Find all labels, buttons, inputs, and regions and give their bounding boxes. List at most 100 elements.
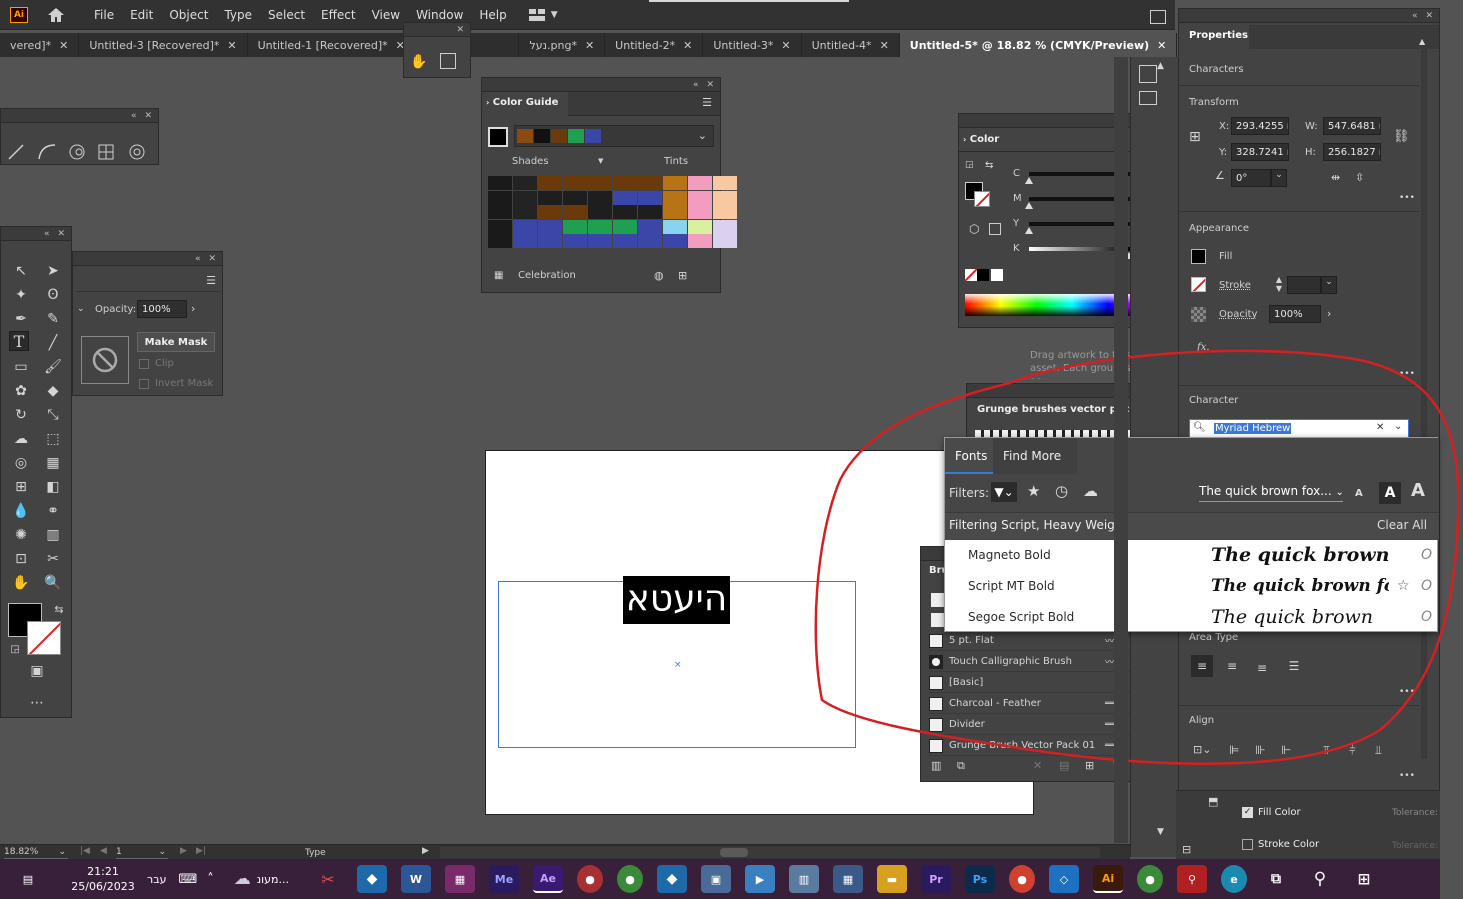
swap-icon[interactable]: ⇆ — [985, 160, 993, 171]
grid-icon[interactable] — [98, 144, 114, 160]
menu-edit[interactable]: Edit — [122, 8, 161, 22]
vertical-scrollbar[interactable] — [1114, 57, 1128, 843]
artboard-number-field[interactable]: 1 ⌄ — [116, 847, 168, 859]
clip-checkbox[interactable] — [139, 359, 149, 369]
line-segment-icon[interactable] — [8, 144, 24, 160]
swatch-library-icon[interactable]: ▦ — [494, 270, 503, 281]
constrain-proportions-icon[interactable]: ⛓ — [1393, 129, 1410, 144]
align-vcenter-objects-icon[interactable]: ⫩ — [1349, 743, 1356, 758]
save-colors-icon[interactable]: ⊞ — [678, 269, 687, 282]
brush-list-item[interactable]: 5 pt. Flat 〰 — [929, 631, 1134, 651]
hand-icon[interactable]: ✋ — [410, 53, 428, 71]
brush-options-icon[interactable]: ▤ — [1059, 759, 1069, 772]
menu-select[interactable]: Select — [260, 8, 313, 22]
asset-export-icon[interactable] — [1139, 65, 1157, 83]
brush-library-options-icon[interactable]: ⧉ — [957, 759, 965, 773]
menu-view[interactable]: View — [364, 8, 408, 22]
search-icon[interactable]: ⚲ — [1305, 865, 1335, 893]
reference-point-icon[interactable]: ⊞ — [1189, 129, 1209, 149]
fx-button[interactable]: fx. — [1197, 342, 1210, 353]
font-dropdown-arrow[interactable]: ⌄ — [1394, 421, 1402, 432]
chrome-main-icon[interactable]: ● — [1009, 865, 1035, 893]
font-item-script-mt[interactable]: Script MT Bold The quick brown fox ju ☆ … — [945, 570, 1439, 601]
curvature-tool-icon[interactable]: ✎ — [43, 309, 63, 329]
color-variation-swatch[interactable] — [563, 176, 587, 190]
close-icon[interactable]: ✕ — [585, 39, 594, 52]
color-variation-swatch[interactable] — [688, 190, 712, 205]
tab-color-guide[interactable]: › Color Guide — [482, 92, 569, 116]
taskbar-clock[interactable]: 21:21 25/06/2023 — [63, 864, 143, 894]
angle-input[interactable]: 0° — [1231, 169, 1271, 187]
color-variation-swatch[interactable] — [688, 205, 712, 219]
shaper-tool-icon[interactable]: ✿ — [11, 381, 31, 401]
color-variation-swatch[interactable] — [513, 190, 537, 205]
color-variation-swatch[interactable] — [488, 176, 512, 190]
color-variation-swatch[interactable] — [488, 205, 512, 219]
tab-doc-active[interactable]: Untitled-5* @ 18.82 % (CMYK/Preview) ✕ — [899, 33, 1178, 57]
stroke-weight-input[interactable] — [1287, 276, 1321, 294]
harmony-swatch[interactable] — [551, 129, 567, 143]
close-icon[interactable]: ✕ — [706, 80, 714, 90]
sticky-app-icon[interactable]: ▥ — [789, 865, 819, 893]
color-variation-swatch[interactable] — [688, 234, 712, 248]
align-hcenter-objects-icon[interactable]: ⊪ — [1255, 743, 1265, 757]
weather-icon[interactable]: ☁ — [234, 869, 251, 889]
color-variation-swatch[interactable] — [663, 219, 687, 234]
file-explorer-icon[interactable]: ▬ — [877, 865, 907, 893]
font-family-input[interactable]: Myriad Hebrew — [1214, 423, 1292, 434]
base-color-swatch[interactable] — [488, 127, 508, 147]
polar-grid-icon[interactable] — [129, 144, 145, 160]
brush-library-icon[interactable]: ▥ — [931, 759, 941, 772]
language-indicator[interactable]: עבר — [147, 873, 166, 886]
opacity-input[interactable]: 100% — [137, 300, 187, 318]
zoom-field[interactable]: 18.82% ⌄ — [4, 847, 68, 859]
color-variation-swatch[interactable] — [513, 176, 537, 190]
premiere-icon[interactable]: Pr — [921, 865, 951, 893]
after-effects-icon[interactable]: Ae — [533, 865, 563, 893]
color-variation-swatch[interactable] — [588, 234, 612, 248]
tab-doc-5[interactable]: Untitled-2* ✕ — [605, 33, 704, 57]
color-variation-swatch[interactable] — [563, 234, 587, 248]
y-input[interactable]: 328.7241 m — [1231, 143, 1289, 161]
illustrator-icon[interactable]: Ai — [1093, 865, 1123, 893]
color-variation-swatch[interactable] — [588, 205, 612, 219]
keyboard-icon[interactable]: ⌨ — [178, 872, 197, 887]
task-view-icon[interactable]: ⧉ — [1261, 865, 1291, 893]
align-justify-icon[interactable]: ☰ — [1283, 655, 1305, 677]
weather-text[interactable]: מעונ... — [257, 873, 289, 886]
spiral-icon[interactable] — [69, 144, 85, 160]
color-variations-grid[interactable] — [488, 176, 737, 248]
gradient-tool-icon[interactable]: ◧ — [43, 477, 63, 497]
font-item-segoe-script[interactable]: Segoe Script Bold The quick brown O — [945, 601, 1439, 632]
collapse-icon[interactable]: « — [1412, 11, 1418, 21]
default-colors-icon[interactable]: ◲ — [965, 160, 974, 170]
harmony-swatch[interactable] — [568, 129, 584, 143]
remote-app-icon[interactable]: ◆ — [357, 865, 387, 893]
flip-vertical-icon[interactable]: ⇳ — [1355, 171, 1364, 184]
snip-tool-icon[interactable]: ✂ — [313, 865, 343, 893]
first-artboard-icon[interactable]: |◀ — [80, 846, 90, 856]
close-icon[interactable]: ✕ — [144, 111, 152, 121]
harmony-dropdown[interactable]: ⌄ — [514, 125, 714, 147]
activated-fonts-icon[interactable]: ☁ — [1083, 482, 1098, 500]
free-transform-icon[interactable]: ⬚ — [43, 429, 63, 449]
favorites-star-icon[interactable]: ★ — [1027, 482, 1040, 500]
panel-menu-icon[interactable]: ☰ — [702, 96, 712, 109]
calculator-icon[interactable]: ▦ — [833, 865, 863, 893]
color-variation-swatch[interactable] — [613, 205, 637, 219]
properties-scroll-up[interactable]: ▲ — [1419, 37, 1425, 46]
hand-tool-icon[interactable]: ✋ — [11, 573, 31, 593]
properties-scrollbar[interactable] — [1421, 49, 1427, 759]
color-variation-swatch[interactable] — [538, 190, 562, 205]
mask-thumbnail[interactable] — [81, 336, 129, 384]
slider-handle[interactable] — [1025, 177, 1033, 184]
web-safe-swatch[interactable] — [989, 223, 1001, 235]
color-variation-swatch[interactable] — [663, 234, 687, 248]
sample-text-dropdown[interactable]: The quick brown fox... ⌄ — [1199, 484, 1343, 502]
dock-down-arrow[interactable]: ▼ — [1157, 827, 1164, 837]
color-variation-swatch[interactable] — [538, 176, 562, 190]
remote-app-2-icon[interactable]: ◆ — [657, 865, 687, 893]
color-variation-swatch[interactable] — [713, 205, 737, 219]
fill-stroke-mini[interactable] — [965, 182, 991, 208]
flip-horizontal-icon[interactable]: ⇹ — [1331, 171, 1340, 184]
